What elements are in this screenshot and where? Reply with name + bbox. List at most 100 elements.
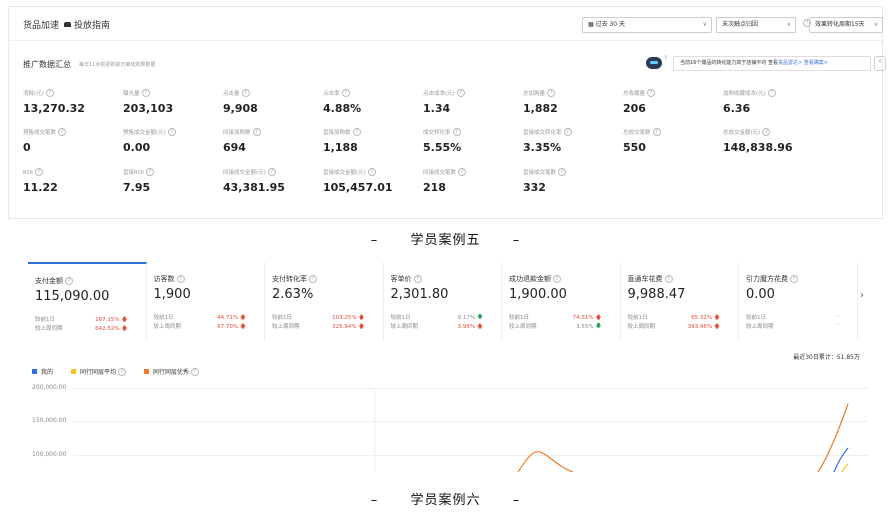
help-icon[interactable]: ? bbox=[145, 168, 154, 176]
metric-label-text: 直接成交转化率 bbox=[523, 130, 562, 136]
conversion-period-value: 效果转化周期15天 bbox=[815, 21, 865, 28]
metric-label: 直接成交笔数? bbox=[523, 168, 567, 176]
caption-text: 学员案例六 bbox=[410, 493, 481, 508]
metric-value: 11.22 bbox=[23, 181, 58, 194]
metric-value: 7.95 bbox=[123, 181, 151, 194]
metric-label-text: 总加购量 bbox=[523, 91, 546, 97]
metric-cell: 直接成交笔数? 332 bbox=[523, 168, 567, 194]
metric-cell: 间接成交笔数? 218 bbox=[423, 168, 467, 194]
help-icon[interactable]: ? bbox=[767, 89, 776, 97]
metric-value: 1.34 bbox=[423, 102, 451, 115]
metric-label: 直接ROI? bbox=[123, 168, 154, 176]
metric-cell: 总收藏量? 206 bbox=[623, 89, 656, 115]
help-icon[interactable]: ? bbox=[241, 89, 250, 97]
metric-label-text: 间接成交笔数 bbox=[423, 170, 457, 176]
metric-cell: 成交转化率? 5.55% bbox=[423, 128, 461, 154]
help-icon[interactable]: ? bbox=[141, 89, 150, 97]
help-icon[interactable]: ? bbox=[456, 89, 465, 97]
metric-label-text: 直接成交笔数 bbox=[523, 170, 557, 176]
metric-label: 预售成交笔数? bbox=[23, 128, 67, 136]
case-caption-5: – 学员案例五 – bbox=[0, 229, 891, 248]
calendar-icon: ▦ bbox=[588, 21, 596, 28]
metric-cell: 消耗(元)? 13,270.32 bbox=[23, 89, 85, 115]
metric-label-text: 间接加购数 bbox=[223, 130, 251, 136]
help-icon[interactable]: ? bbox=[452, 128, 461, 136]
assistant-robot-icon[interactable] bbox=[646, 57, 662, 69]
metric-label: 点击成本(元)? bbox=[423, 89, 465, 97]
metric-value: 9,908 bbox=[223, 102, 258, 115]
caption-dash: – bbox=[512, 233, 521, 248]
metric-value: 4.88% bbox=[323, 102, 362, 115]
help-icon[interactable]: ? bbox=[45, 89, 54, 97]
metric-cell: 点击率? 4.88% bbox=[323, 89, 361, 115]
side-toggle-button[interactable]: ‹ bbox=[874, 56, 886, 71]
attribution-select[interactable]: 末次触点归因 ∨ bbox=[716, 17, 796, 33]
series-line-peer-average bbox=[841, 463, 849, 472]
attribution-value: 末次触点归因 bbox=[722, 21, 759, 28]
promotion-panel: 货品加速 投放指南 ▦ 过去 30 天 ∨ 末次触点归因 ∨ ? 效果转化周期15天… bbox=[8, 6, 886, 219]
help-icon[interactable]: ? bbox=[652, 128, 661, 136]
question-icon: ? bbox=[664, 55, 668, 62]
metric-value: 0 bbox=[23, 141, 31, 154]
caption-dash: – bbox=[370, 233, 379, 248]
metric-label: 曝光量? bbox=[123, 89, 173, 97]
metric-cell: 点击成本(元)? 1.34 bbox=[423, 89, 465, 115]
metric-cell: 直接加购数? 1,188 bbox=[323, 128, 361, 154]
guide-label: 投放指南 bbox=[74, 21, 111, 31]
help-icon[interactable]: ? bbox=[647, 89, 656, 97]
metric-label-text: 加购收藏成本(元) bbox=[723, 91, 766, 97]
metric-label-text: 直接成交金额(元) bbox=[323, 170, 366, 176]
metric-cell: 加购收藏成本(元)? 6.36 bbox=[723, 89, 776, 115]
metric-cell: 间接加购数? 694 bbox=[223, 128, 261, 154]
help-icon[interactable]: ? bbox=[34, 168, 43, 176]
help-icon[interactable]: ? bbox=[352, 128, 361, 136]
help-icon[interactable]: ? bbox=[367, 168, 376, 176]
date-range-value: 过去 30 天 bbox=[595, 21, 626, 28]
summary-note: 每日11点前更新前日离线效果数据 bbox=[79, 62, 156, 68]
metric-label: 加购收藏成本(元)? bbox=[723, 89, 776, 97]
metric-label: ROI? bbox=[23, 168, 58, 176]
date-range-select[interactable]: ▦ 过去 30 天 ∨ bbox=[582, 17, 712, 33]
metric-label: 直接成交转化率? bbox=[523, 128, 572, 136]
metric-value: 218 bbox=[423, 181, 446, 194]
metric-label: 直接加购数? bbox=[323, 128, 361, 136]
insight-tip-text: 当前16个爆品的转化能力高于店铺平均 查看 bbox=[680, 60, 778, 66]
metric-label-text: 点击率 bbox=[323, 91, 340, 97]
help-icon[interactable]: ? bbox=[267, 168, 276, 176]
metric-label-text: 成交转化率 bbox=[423, 130, 451, 136]
metric-value: 1,188 bbox=[323, 141, 358, 154]
metric-label-text: 直接加购数 bbox=[323, 130, 351, 136]
guide-link[interactable]: 投放指南 bbox=[64, 18, 110, 31]
metric-label: 总成交金额(元)? bbox=[723, 128, 793, 136]
metric-cell: 预售成交笔数? 0 bbox=[23, 128, 67, 154]
metric-value: 1,882 bbox=[523, 102, 558, 115]
help-icon[interactable]: ? bbox=[167, 128, 176, 136]
summary-bar: 推广数据汇总 每日11点前更新前日离线效果数据 ? 当前16个爆品的转化能力高于… bbox=[9, 53, 886, 75]
summary-title: 推广数据汇总 bbox=[23, 60, 71, 69]
insight-tip-link[interactable]: 货品雷达> 查看确案> bbox=[778, 60, 828, 66]
help-icon[interactable]: ? bbox=[58, 128, 67, 136]
metric-label-text: 总成交笔数 bbox=[623, 130, 651, 136]
conversion-period-select[interactable]: 效果转化周期15天 ∨ bbox=[809, 17, 883, 33]
metric-label: 直接成交金额(元)? bbox=[323, 168, 393, 176]
help-icon[interactable]: ? bbox=[563, 128, 572, 136]
help-icon[interactable]: ? bbox=[558, 168, 567, 176]
metric-label-text: 点击成本(元) bbox=[423, 91, 455, 97]
page-title: 货品加速 bbox=[23, 21, 60, 31]
help-icon[interactable]: ? bbox=[458, 168, 467, 176]
help-icon[interactable]: ? bbox=[341, 89, 350, 97]
metric-label: 点击量? bbox=[223, 89, 258, 97]
help-icon[interactable]: ? bbox=[252, 128, 261, 136]
metric-label-text: 总收藏量 bbox=[623, 91, 646, 97]
help-icon[interactable]: ? bbox=[762, 128, 771, 136]
panel-header: 货品加速 投放指南 ▦ 过去 30 天 ∨ 末次触点归因 ∨ ? 效果转化周期15天… bbox=[9, 7, 884, 41]
metric-label: 消耗(元)? bbox=[23, 89, 85, 97]
metric-value: 6.36 bbox=[723, 102, 751, 115]
metric-cell: 间接成交金额(元)? 43,381.95 bbox=[223, 168, 285, 194]
metric-value: 13,270.32 bbox=[23, 102, 85, 115]
metric-label: 点击率? bbox=[323, 89, 361, 97]
metric-label-text: 预售成交笔数 bbox=[23, 130, 57, 136]
metric-cell: ROI? 11.22 bbox=[23, 168, 58, 194]
help-icon[interactable]: ? bbox=[547, 89, 556, 97]
metric-cell: 总成交金额(元)? 148,838.96 bbox=[723, 128, 793, 154]
